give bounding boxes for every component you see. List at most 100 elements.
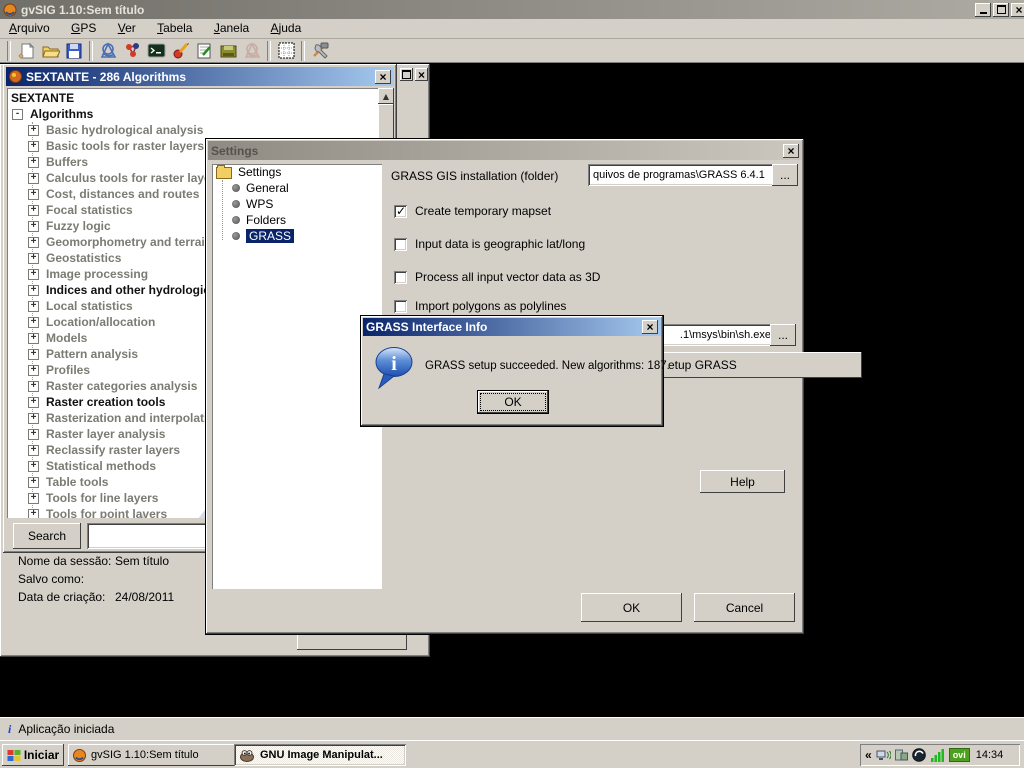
checkbox-icon[interactable] — [394, 238, 407, 251]
task-gimp[interactable]: GNU Image Manipulat... — [234, 744, 406, 766]
expand-icon[interactable] — [28, 493, 39, 504]
settings-cancel-button[interactable]: Cancel — [694, 593, 795, 622]
expand-icon[interactable] — [28, 221, 39, 232]
menu-ajuda[interactable]: Ajuda — [262, 19, 311, 37]
option-create-mapset[interactable]: Create temporary mapset — [394, 204, 551, 218]
expand-icon[interactable] — [28, 461, 39, 472]
molecule-icon[interactable] — [120, 40, 144, 62]
ovi-badge[interactable]: ovi — [949, 748, 970, 762]
tree-item[interactable]: Statistical methods — [46, 459, 156, 473]
grass-folder-browse-button[interactable]: ... — [772, 164, 798, 186]
tree-item[interactable]: Raster creation tools — [46, 395, 165, 409]
settings-tree-root[interactable]: Settings — [238, 165, 281, 179]
tree-item[interactable]: Tools for point layers — [46, 507, 167, 518]
option-geographic-latlong[interactable]: Input data is geographic lat/long — [394, 237, 585, 251]
settings-tree-general[interactable]: General — [246, 181, 289, 195]
expand-icon[interactable] — [28, 173, 39, 184]
expand-icon[interactable] — [28, 413, 39, 424]
tree-item[interactable]: Reclassify raster layers — [46, 443, 180, 457]
help-button[interactable]: Help — [700, 470, 785, 493]
tree-item[interactable]: Focal statistics — [46, 203, 133, 217]
signal-bars-icon[interactable] — [930, 748, 945, 762]
expand-icon[interactable] — [28, 397, 39, 408]
database-icon[interactable] — [216, 40, 240, 62]
tree-item[interactable]: Buffers — [46, 155, 88, 169]
terminal-icon[interactable] — [144, 40, 168, 62]
tree-item[interactable]: Profiles — [46, 363, 90, 377]
info-ok-button[interactable]: OK — [477, 390, 549, 414]
expand-icon[interactable] — [28, 269, 39, 280]
project-partial-button[interactable] — [297, 634, 407, 650]
expand-icon[interactable] — [28, 429, 39, 440]
task-gvsig[interactable]: gvSIG 1.10:Sem título — [68, 744, 240, 766]
expand-icon[interactable] — [28, 477, 39, 488]
sextante-toolbox-icon[interactable] — [96, 40, 120, 62]
tree-item[interactable]: Raster layer analysis — [46, 427, 165, 441]
settings-tree-wps[interactable]: WPS — [246, 197, 273, 211]
project-restore-button[interactable] — [400, 68, 413, 81]
restore-button[interactable] — [993, 3, 1009, 17]
project-close-button[interactable] — [415, 68, 428, 81]
expand-icon[interactable] — [28, 157, 39, 168]
scroll-up-icon[interactable]: ▲ — [378, 88, 394, 104]
settings-tree-grass[interactable]: GRASS — [246, 229, 294, 243]
tree-item[interactable]: Pattern analysis — [46, 347, 138, 361]
tree-root[interactable]: SEXTANTE — [11, 91, 74, 105]
tray-chevrons-icon[interactable]: « — [865, 748, 872, 762]
close-button[interactable] — [1011, 3, 1024, 17]
info-close-button[interactable] — [642, 320, 658, 334]
option-polygons-polylines[interactable]: Import polygons as polylines — [394, 299, 566, 313]
expand-icon[interactable] — [28, 237, 39, 248]
tree-item[interactable]: Location/allocation — [46, 315, 155, 329]
expand-icon[interactable] — [28, 253, 39, 264]
tree-item[interactable]: Table tools — [46, 475, 108, 489]
sextante-close-button[interactable] — [375, 70, 391, 84]
expand-icon[interactable] — [28, 349, 39, 360]
grass-folder-input[interactable]: quivos de programas\GRASS 6.4.1 — [588, 164, 778, 186]
tree-item[interactable]: Basic tools for raster layers — [46, 139, 204, 153]
open-folder-icon[interactable] — [38, 40, 62, 62]
expand-icon[interactable] — [28, 381, 39, 392]
settings-tree-folders[interactable]: Folders — [246, 213, 286, 227]
tree-item[interactable]: Indices and other hydrologica — [46, 283, 217, 297]
tools-icon[interactable] — [308, 40, 332, 62]
shell-browse-button[interactable]: ... — [770, 324, 796, 346]
checkbox-icon[interactable] — [394, 271, 407, 284]
tree-item[interactable]: Fuzzy logic — [46, 219, 111, 233]
expand-icon[interactable] — [28, 141, 39, 152]
menu-gps[interactable]: GPS — [62, 19, 105, 37]
agent-icon[interactable] — [912, 748, 926, 762]
notes-icon[interactable] — [192, 40, 216, 62]
new-document-icon[interactable] — [14, 40, 38, 62]
expand-icon[interactable] — [28, 333, 39, 344]
tree-item[interactable]: Image processing — [46, 267, 148, 281]
tree-item[interactable]: Models — [46, 331, 87, 345]
expand-icon[interactable] — [28, 317, 39, 328]
expand-icon[interactable] — [28, 189, 39, 200]
checkbox-checked-icon[interactable] — [394, 205, 407, 218]
search-button[interactable]: Search — [13, 523, 81, 549]
raster-grid-icon[interactable] — [274, 40, 298, 62]
tree-item-algorithms[interactable]: Algorithms — [30, 107, 93, 121]
menu-tabela[interactable]: Tabela — [148, 19, 201, 37]
expand-icon[interactable] — [28, 205, 39, 216]
device-icon[interactable] — [895, 749, 908, 761]
menu-arquivo[interactable]: Arquivo — [0, 19, 59, 37]
history-icon[interactable] — [168, 40, 192, 62]
expand-icon[interactable] — [28, 301, 39, 312]
tree-item[interactable]: Geomorphometry and terrain — [46, 235, 212, 249]
network-icon[interactable] — [876, 749, 891, 762]
expand-icon[interactable] — [28, 285, 39, 296]
option-vector-3d[interactable]: Process all input vector data as 3D — [394, 270, 600, 284]
expand-icon[interactable] — [28, 509, 39, 519]
tree-item[interactable]: Geostatistics — [46, 251, 121, 265]
tree-item[interactable]: Basic hydrological analysis — [46, 123, 203, 137]
tree-item[interactable]: Calculus tools for raster layer — [46, 171, 215, 185]
tree-item[interactable]: Cost, distances and routes — [46, 187, 199, 201]
checkbox-icon[interactable] — [394, 300, 407, 313]
collapse-icon[interactable] — [12, 109, 23, 120]
settings-close-button[interactable] — [783, 144, 799, 158]
save-icon[interactable] — [62, 40, 86, 62]
expand-icon[interactable] — [28, 365, 39, 376]
tree-item[interactable]: Raster categories analysis — [46, 379, 197, 393]
